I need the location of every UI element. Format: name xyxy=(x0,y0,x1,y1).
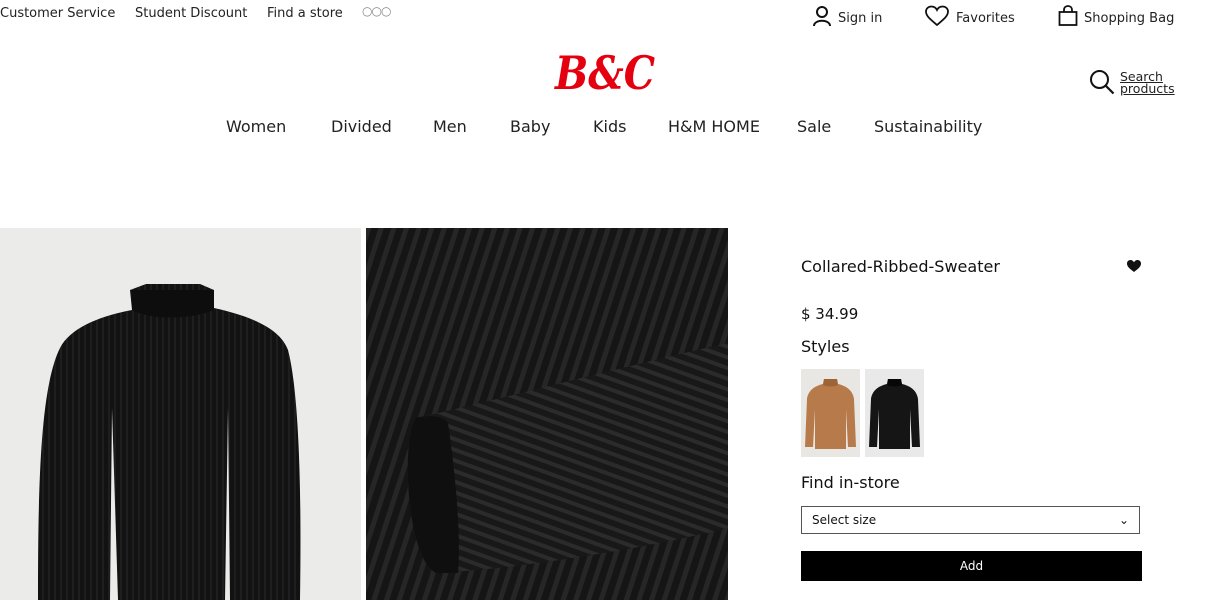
nav-item-men[interactable]: Men xyxy=(433,117,467,136)
nav-item-women[interactable]: Women xyxy=(226,117,286,136)
brand-logo[interactable]: B&C xyxy=(553,44,657,100)
add-to-bag-button[interactable]: Add xyxy=(801,551,1142,581)
find-store-link[interactable]: Find a store xyxy=(267,6,343,21)
search-icon xyxy=(1089,69,1115,99)
favorites-label: Favorites xyxy=(956,11,1015,26)
shopping-bag-link[interactable]: Shopping Bag xyxy=(1058,5,1174,27)
search-products-label: Search products xyxy=(1120,69,1175,96)
svg-text:B&C: B&C xyxy=(553,46,655,98)
student-discount-link[interactable]: Student Discount xyxy=(135,6,247,21)
heart-icon xyxy=(924,5,950,27)
find-in-store-heading: Find in-store xyxy=(801,473,900,492)
nav-item-kids[interactable]: Kids xyxy=(593,117,626,136)
product-price: $ 34.99 xyxy=(801,305,859,323)
sign-in-label: Sign in xyxy=(838,11,883,26)
black-sweater-swatch[interactable] xyxy=(865,369,924,457)
shopping-bag-icon xyxy=(1058,5,1078,27)
nav-item-sale[interactable]: Sale xyxy=(797,117,831,136)
nav-item-sustainability[interactable]: Sustainability xyxy=(874,117,982,136)
shopping-bag-label: Shopping Bag xyxy=(1084,11,1175,26)
customer-service-link[interactable]: Customer Service xyxy=(0,6,115,21)
nav-item-baby[interactable]: Baby xyxy=(510,117,550,136)
styles-heading: Styles xyxy=(801,337,850,356)
camel-sweater-swatch[interactable] xyxy=(801,369,860,457)
size-select[interactable]: Select size ⌄ xyxy=(801,506,1140,534)
size-select-value: Select size xyxy=(812,513,877,527)
chevron-down-icon: ⌄ xyxy=(1118,513,1129,527)
more-menu-button[interactable]: ○○○ xyxy=(362,4,391,18)
favorites-link[interactable]: Favorites xyxy=(924,5,1015,27)
main-navigation: Women Divided Men Baby Kids H&M HOME Sal… xyxy=(0,117,1208,139)
product-image-front[interactable] xyxy=(0,228,361,600)
search-products-link[interactable]: Search products xyxy=(1089,69,1180,99)
nav-item-divided[interactable]: Divided xyxy=(331,117,392,136)
heart-filled-icon[interactable] xyxy=(1126,258,1142,274)
product-title: Collared-Ribbed-Sweater xyxy=(801,257,1000,276)
product-image-detail[interactable] xyxy=(366,228,728,600)
sign-in-link[interactable]: Sign in xyxy=(812,5,882,27)
nav-item-home[interactable]: H&M HOME xyxy=(668,117,760,136)
user-icon xyxy=(812,5,832,27)
